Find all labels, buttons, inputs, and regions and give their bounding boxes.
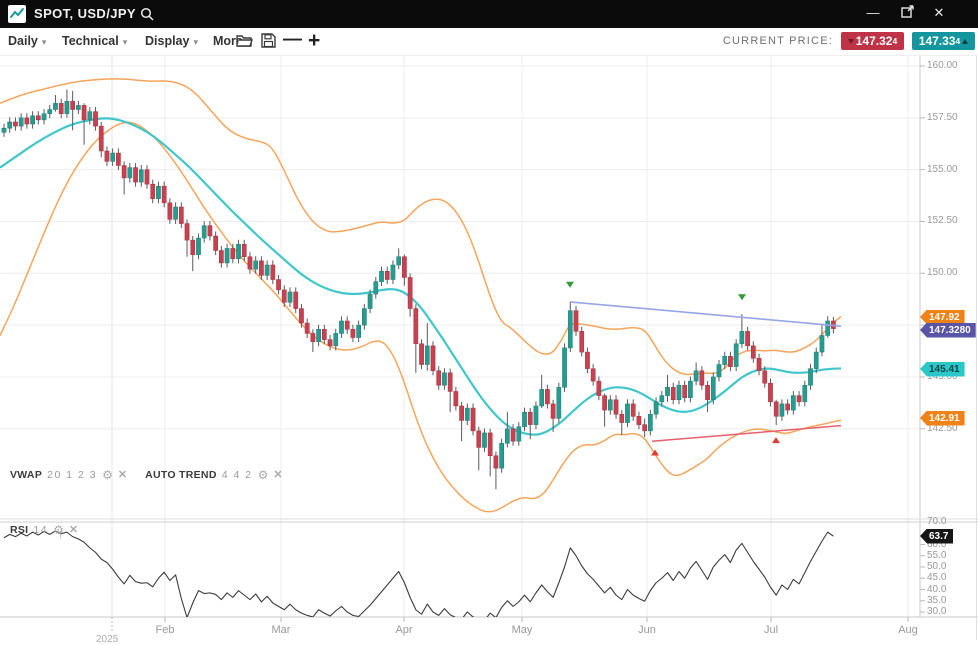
search-icon[interactable]: [140, 7, 154, 26]
autotrend-up-marker: [772, 437, 780, 443]
month-axis-tick: Jul: [764, 624, 778, 636]
price-axis-badge: 147.92: [920, 310, 965, 325]
gear-icon[interactable]: ⚙: [53, 524, 64, 536]
menu-technical[interactable]: Technical▾: [62, 28, 127, 55]
minimize-button[interactable]: —: [862, 0, 884, 28]
popout-button[interactable]: [896, 1, 918, 29]
price-axis-tick: 152.50: [927, 215, 958, 226]
rsi-axis-badge: 63.7: [920, 529, 953, 544]
rsi-axis-tick: 30.0: [927, 606, 946, 617]
save-icon[interactable]: [261, 33, 276, 53]
price-axis-badge: 142.91: [920, 411, 965, 426]
open-folder-icon[interactable]: [236, 33, 253, 53]
bid-price-badge: 147.324: [841, 32, 904, 50]
vwap-legend-params: 20 1 2 3: [47, 469, 97, 481]
current-price-label: CURRENT PRICE:: [723, 28, 833, 55]
close-icon[interactable]: ✕: [118, 470, 127, 481]
month-axis-tick: Feb: [156, 624, 175, 636]
close-button[interactable]: ✕: [928, 0, 950, 28]
close-icon[interactable]: ✕: [273, 470, 282, 481]
chevron-down-icon: ▾: [193, 37, 198, 47]
rsi-legend-params: 14: [33, 524, 48, 536]
price-axis-badge: 147.3280: [920, 323, 976, 338]
menu-periodicity[interactable]: Daily▾: [8, 28, 46, 55]
toolbar: Daily▾ Technical▾ Display▾ More▾ — + CUR…: [0, 28, 978, 56]
price-axis-tick: 160.00: [927, 60, 958, 71]
rsi-axis-tick: 50.0: [927, 561, 946, 572]
month-axis-tick: Mar: [272, 624, 291, 636]
chart-canvas[interactable]: [0, 0, 978, 640]
vwap-legend-label: VWAP: [10, 469, 42, 481]
rsi-axis-tick: 40.0: [927, 584, 946, 595]
chevron-down-icon: ▾: [123, 37, 128, 47]
month-axis-tick: Aug: [898, 624, 918, 636]
legend-row-main: VWAP 20 1 2 3 ⚙ ✕ AUTO TREND 4 4 2 ⚙ ✕: [10, 469, 283, 481]
rsi-legend-label: RSI: [10, 524, 28, 536]
arrow-down-icon: [848, 39, 854, 44]
close-icon[interactable]: ✕: [69, 525, 78, 536]
zoom-in-button[interactable]: +: [308, 29, 320, 53]
ask-price-badge: 147.334: [912, 32, 975, 50]
price-axis-badge: 145.41: [920, 362, 965, 377]
month-axis-tick: Apr: [395, 624, 412, 636]
rsi-axis-tick: 55.0: [927, 550, 946, 561]
chevron-down-icon: ▾: [42, 37, 47, 47]
gear-icon[interactable]: ⚙: [258, 469, 269, 481]
rsi-axis-tick: 35.0: [927, 595, 946, 606]
rsi-axis-tick: 45.0: [927, 572, 946, 583]
autotrend-down-marker: [566, 282, 574, 288]
price-axis-tick: 155.00: [927, 164, 958, 175]
rsi-axis-tick: 70.0: [927, 516, 946, 527]
month-axis-tick: May: [512, 624, 533, 636]
autotrend-down-marker: [738, 294, 746, 300]
gear-icon[interactable]: ⚙: [102, 469, 113, 481]
autotrend-legend-params: 4 4 2: [222, 469, 253, 481]
autotrend-legend-label: AUTO TREND: [145, 469, 217, 481]
month-axis-tick: Jun: [638, 624, 656, 636]
symbol-title: SPOT, USD/JPY: [34, 0, 136, 28]
price-axis-tick: 157.50: [927, 112, 958, 123]
title-bar: SPOT, USD/JPY — ✕: [0, 0, 978, 28]
menu-display[interactable]: Display▾: [145, 28, 198, 55]
arrow-up-icon: [962, 39, 968, 44]
app-logo-icon: [8, 5, 26, 23]
zoom-out-button[interactable]: —: [283, 29, 302, 51]
price-axis-tick: 150.00: [927, 267, 958, 278]
legend-row-rsi: RSI 14 ⚙ ✕: [10, 524, 78, 536]
